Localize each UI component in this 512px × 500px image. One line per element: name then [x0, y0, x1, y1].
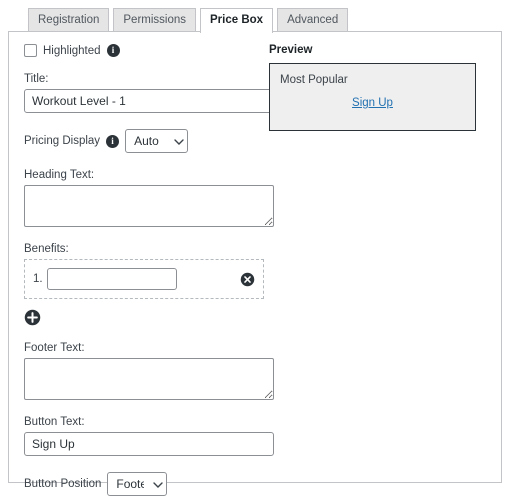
pricing-display-select-wrap: Auto	[125, 129, 189, 153]
tab-advanced[interactable]: Advanced	[277, 8, 349, 32]
title-input[interactable]	[24, 89, 274, 113]
remove-circle-icon[interactable]	[240, 272, 255, 287]
info-icon[interactable]: i	[106, 44, 120, 57]
heading-text-field: Heading Text:	[24, 169, 274, 227]
button-position-label: Button Position	[24, 478, 102, 490]
tab-permissions-label: Permissions	[123, 14, 187, 26]
highlighted-checkbox[interactable]	[24, 44, 37, 57]
title-field: Title:	[24, 73, 274, 113]
tab-price-box-label: Price Box	[210, 14, 264, 26]
highlighted-label: Highlighted	[43, 44, 101, 57]
footer-text-textarea[interactable]	[24, 358, 274, 400]
button-position-field: Button Position Footer	[24, 472, 274, 496]
preview-section: Preview Most Popular Sign Up	[269, 44, 489, 131]
benefits-field: Benefits: 1.	[24, 243, 274, 326]
benefits-label: Benefits:	[24, 243, 69, 255]
tab-permissions[interactable]: Permissions	[113, 8, 197, 32]
pricing-display-select[interactable]: Auto	[125, 129, 189, 153]
benefit-row: 1.	[24, 259, 264, 299]
preview-signup-link[interactable]: Sign Up	[270, 97, 475, 109]
info-icon[interactable]: i	[106, 134, 120, 148]
tab-registration[interactable]: Registration	[28, 8, 110, 32]
benefit-number: 1.	[33, 273, 43, 285]
pricing-display-label: Pricing Display	[24, 135, 101, 147]
title-label: Title:	[24, 73, 49, 85]
preview-title: Preview	[269, 44, 313, 56]
preview-heading: Most Popular	[280, 74, 348, 86]
highlighted-field: Highlighted i	[24, 44, 274, 57]
tab-price-box[interactable]: Price Box	[200, 8, 274, 33]
tab-list: Registration Permissions Price Box Advan…	[8, 8, 504, 33]
preview-box: Most Popular Sign Up	[269, 63, 476, 131]
footer-text-label: Footer Text:	[24, 342, 85, 354]
button-text-field: Button Text:	[24, 416, 274, 456]
button-text-label: Button Text:	[24, 416, 85, 428]
button-position-select-wrap: Footer	[107, 472, 168, 496]
button-position-select[interactable]: Footer	[107, 472, 168, 496]
heading-text-textarea[interactable]	[24, 185, 274, 227]
tab-registration-label: Registration	[38, 14, 100, 26]
price-box-form: Highlighted i Title: Pricing Display i A…	[24, 44, 274, 496]
heading-text-label: Heading Text:	[24, 169, 95, 181]
footer-text-field: Footer Text:	[24, 342, 274, 400]
tab-bar: Registration Permissions Price Box Advan…	[8, 8, 504, 33]
pricing-display-field: Pricing Display i Auto	[24, 129, 274, 153]
button-text-input[interactable]	[24, 432, 274, 456]
tab-advanced-label: Advanced	[287, 14, 339, 26]
add-circle-icon[interactable]	[24, 309, 41, 326]
price-box-panel: Highlighted i Title: Pricing Display i A…	[8, 31, 502, 496]
benefit-input[interactable]	[47, 268, 177, 290]
